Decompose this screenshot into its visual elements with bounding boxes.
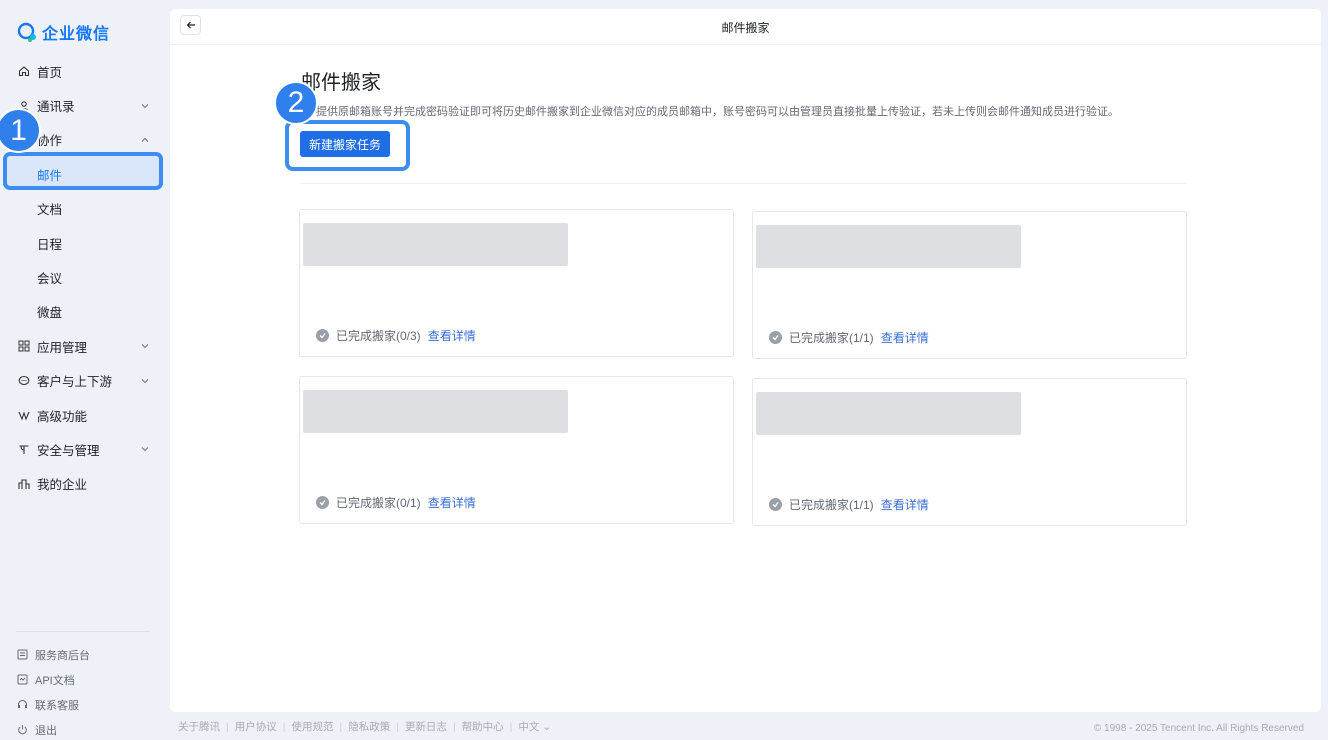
sidebar-item-label: 高级功能 bbox=[37, 409, 88, 424]
sidebar-item-label: 我的企业 bbox=[37, 478, 88, 493]
task-title-placeholder bbox=[756, 392, 1021, 435]
sidebar-link-label: 联系客服 bbox=[35, 699, 79, 712]
page-footer: 关于腾讯 | 用户协议 | 使用规范 | 隐私政策 | 更新日志 | 帮助中心 | 中文 ⌄ bbox=[178, 719, 552, 734]
sidebar-item-advanced[interactable]: 高级功能 bbox=[0, 398, 168, 432]
task-status: 已完成搬家(1/1) 查看详情 bbox=[769, 329, 929, 346]
sidebar-link-logout[interactable]: 退出 bbox=[17, 717, 90, 740]
top-bar: 邮件搬家 bbox=[170, 9, 1321, 45]
sidebar-item-label: 日程 bbox=[37, 237, 63, 252]
step-marker-2: 2 bbox=[274, 81, 318, 125]
task-title-placeholder bbox=[303, 390, 568, 433]
task-status-text: 已完成搬家(0/1) bbox=[336, 496, 421, 510]
view-details-link[interactable]: 查看详情 bbox=[881, 496, 929, 513]
footer-link-privacy[interactable]: 隐私政策 bbox=[348, 719, 390, 734]
sidebar-item-label: 文档 bbox=[37, 203, 63, 218]
chat-icon bbox=[18, 375, 30, 387]
sidebar-item-label: 客户与上下游 bbox=[37, 375, 113, 390]
sidebar-item-label: 通讯录 bbox=[37, 100, 75, 115]
brand-name: 企业微信 bbox=[42, 26, 111, 43]
task-status: 已完成搬家(0/1) 查看详情 bbox=[316, 494, 476, 511]
sidebar-divider bbox=[16, 631, 150, 632]
chevron-down-icon bbox=[141, 378, 149, 383]
sidebar-item-label: 应用管理 bbox=[37, 340, 88, 355]
sidebar-link-support[interactable]: 联系客服 bbox=[17, 692, 90, 717]
sidebar-item-enterprise[interactable]: 我的企业 bbox=[0, 467, 168, 501]
chevron-down-icon bbox=[141, 103, 149, 108]
sidebar-item-label: 会议 bbox=[37, 272, 63, 287]
api-icon bbox=[17, 674, 28, 685]
power-icon bbox=[17, 724, 28, 735]
task-card[interactable]: 已完成搬家(1/1) 查看详情 bbox=[752, 211, 1187, 359]
section-divider bbox=[300, 183, 1186, 184]
sidebar-link-api[interactable]: API文档 bbox=[17, 667, 90, 692]
task-card[interactable]: 已完成搬家(0/3) 查看详情 bbox=[299, 209, 734, 357]
wecom-logo-icon bbox=[16, 21, 38, 43]
headset-icon bbox=[17, 699, 28, 710]
main-panel: 邮件搬家 邮件搬家 提供原邮箱账号并完成密码验证即可将历史邮件搬家到企业微信对应… bbox=[170, 9, 1321, 712]
sidebar-item-label: 首页 bbox=[37, 65, 63, 80]
page-description: 提供原邮箱账号并完成密码验证即可将历史邮件搬家到企业微信对应的成员邮箱中，账号密… bbox=[316, 106, 1119, 118]
task-card[interactable]: 已完成搬家(1/1) 查看详情 bbox=[752, 378, 1187, 526]
home-icon bbox=[18, 65, 30, 77]
sidebar-link-label: API文档 bbox=[35, 674, 75, 687]
grid-icon bbox=[18, 340, 30, 352]
footer-link-about[interactable]: 关于腾讯 bbox=[178, 719, 220, 734]
sidebar-item-label: 安全与管理 bbox=[37, 443, 100, 458]
task-card[interactable]: 已完成搬家(0/1) 查看详情 bbox=[299, 376, 734, 524]
building-icon bbox=[18, 478, 30, 490]
footer-link-terms[interactable]: 用户协议 bbox=[235, 719, 277, 734]
check-circle-icon bbox=[769, 498, 782, 511]
task-status-text: 已完成搬家(1/1) bbox=[789, 331, 874, 345]
sidebar-item-calendar[interactable]: 日程 bbox=[0, 226, 168, 260]
sidebar-item-mail[interactable]: 邮件 bbox=[0, 157, 168, 191]
footer-link-usage[interactable]: 使用规范 bbox=[291, 719, 333, 734]
view-details-link[interactable]: 查看详情 bbox=[428, 327, 476, 344]
sidebar-item-docs[interactable]: 文档 bbox=[0, 192, 168, 226]
task-status-text: 已完成搬家(1/1) bbox=[789, 498, 874, 512]
task-title-placeholder bbox=[303, 223, 568, 266]
copyright: © 1998 - 2025 Tencent Inc. All Rights Re… bbox=[1093, 723, 1304, 734]
sidebar-link-label: 退出 bbox=[35, 724, 57, 737]
chevron-down-icon: ⌄ bbox=[542, 721, 552, 733]
sidebar-item-drive[interactable]: 微盘 bbox=[0, 295, 168, 329]
sidebar-footer: 服务商后台 API文档 联系客服 退出 bbox=[17, 642, 90, 740]
sidebar-link-label: 服务商后台 bbox=[35, 649, 90, 662]
topbar-title: 邮件搬家 bbox=[721, 21, 770, 35]
task-title-placeholder bbox=[756, 225, 1021, 268]
sidebar-item-apps[interactable]: 应用管理 bbox=[0, 329, 168, 363]
language-label: 中文 bbox=[518, 721, 540, 733]
check-circle-icon bbox=[769, 331, 782, 344]
sidebar-item-customers[interactable]: 客户与上下游 bbox=[0, 364, 168, 398]
view-details-link[interactable]: 查看详情 bbox=[881, 329, 929, 346]
sidebar-item-label: 微盘 bbox=[37, 306, 63, 321]
chevron-down-icon bbox=[141, 447, 149, 452]
sidebar-link-provider[interactable]: 服务商后台 bbox=[17, 642, 90, 667]
sidebar-item-meeting[interactable]: 会议 bbox=[0, 260, 168, 294]
task-status-text: 已完成搬家(0/3) bbox=[336, 329, 421, 343]
task-status: 已完成搬家(0/3) 查看详情 bbox=[316, 327, 476, 344]
footer-link-changelog[interactable]: 更新日志 bbox=[405, 719, 447, 734]
check-circle-icon bbox=[316, 329, 329, 342]
check-circle-icon bbox=[316, 496, 329, 509]
security-icon bbox=[18, 443, 30, 455]
sidebar-item-home[interactable]: 首页 bbox=[0, 54, 168, 88]
new-task-button[interactable]: 新建搬家任务 bbox=[300, 131, 390, 157]
chevron-down-icon bbox=[141, 344, 149, 349]
console-icon bbox=[17, 649, 28, 660]
sidebar-item-security[interactable]: 安全与管理 bbox=[0, 432, 168, 466]
sidebar-item-label: 邮件 bbox=[37, 168, 63, 183]
chevron-up-icon bbox=[141, 137, 149, 142]
task-status: 已完成搬家(1/1) 查看详情 bbox=[769, 496, 929, 513]
diamond-icon bbox=[18, 409, 30, 421]
view-details-link[interactable]: 查看详情 bbox=[428, 494, 476, 511]
brand-logo[interactable]: 企业微信 bbox=[16, 20, 110, 44]
footer-link-help[interactable]: 帮助中心 bbox=[462, 719, 504, 734]
language-select[interactable]: 中文 ⌄ bbox=[518, 719, 551, 734]
